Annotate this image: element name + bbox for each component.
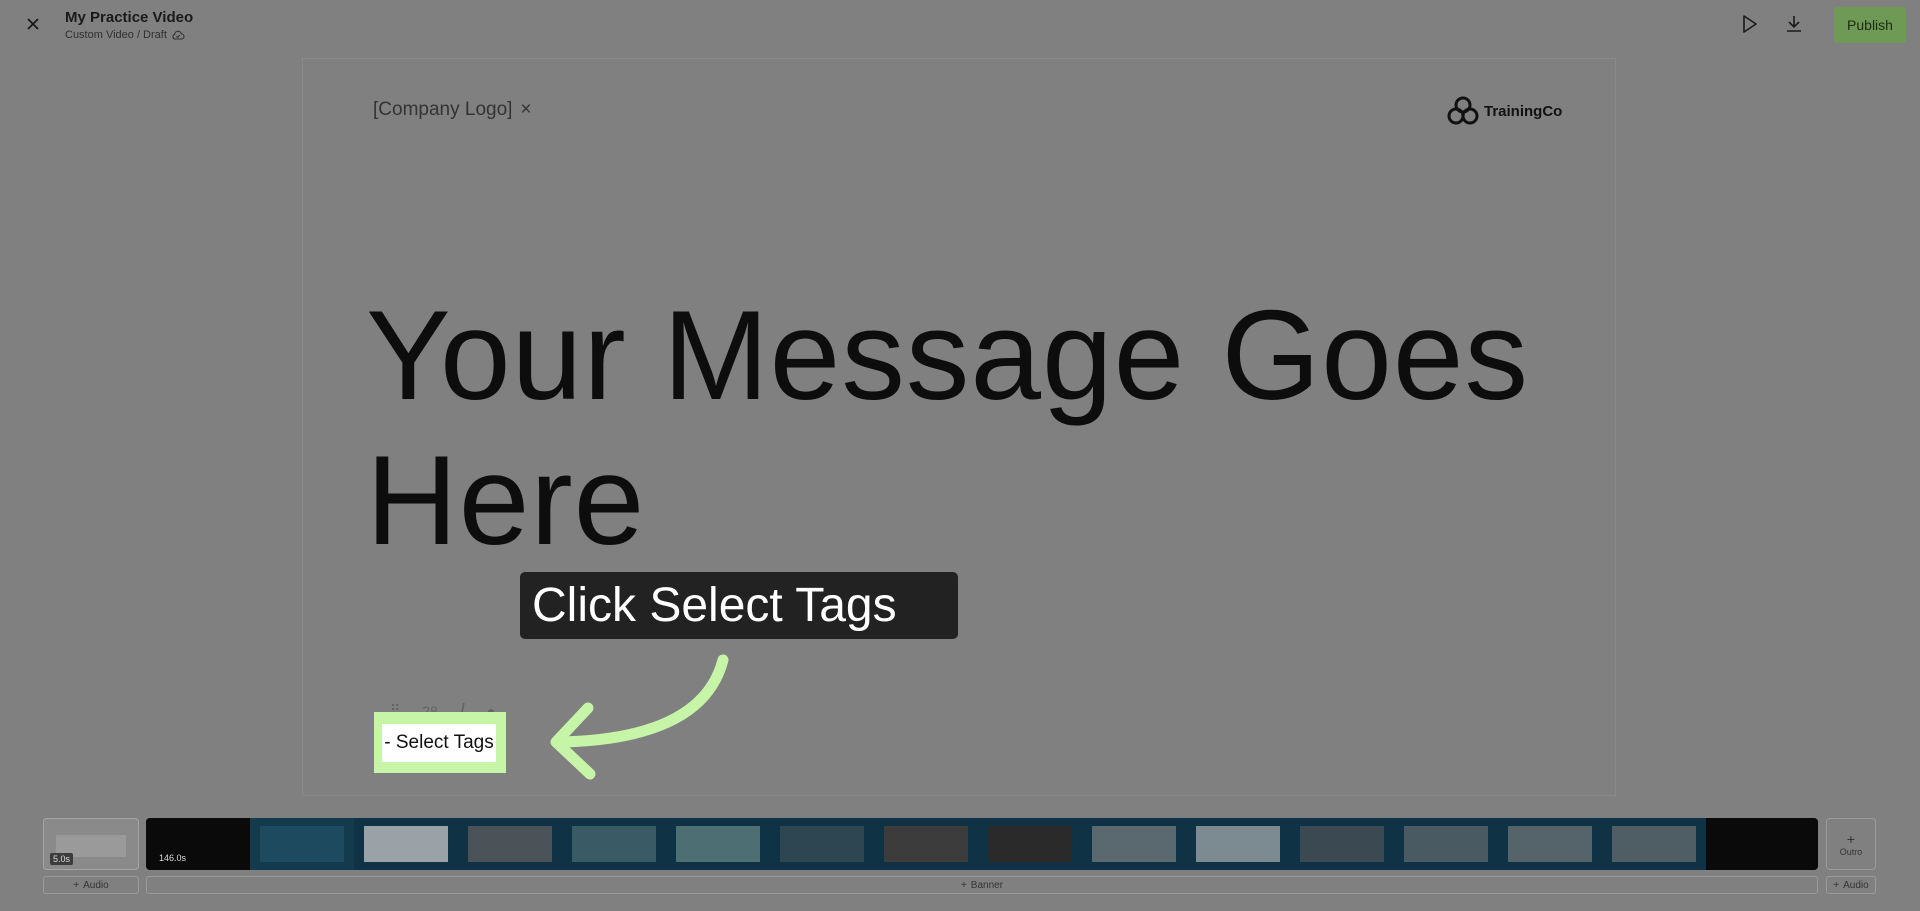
- plus-icon: +: [1833, 879, 1840, 891]
- play-icon[interactable]: [1737, 12, 1761, 36]
- video-status-text: Custom Video / Draft: [65, 29, 167, 41]
- add-outro-button[interactable]: + Outro: [1826, 818, 1876, 870]
- add-audio-right-button[interactable]: + Audio: [1826, 876, 1876, 894]
- top-bar: My Practice Video Custom Video / Draft P…: [0, 0, 1920, 52]
- add-audio-label: Audio: [1843, 879, 1869, 891]
- close-icon[interactable]: [22, 13, 44, 35]
- clip-frame[interactable]: 146.0s: [146, 818, 250, 870]
- clip-frame[interactable]: [1082, 818, 1186, 870]
- intro-duration: 5.0s: [50, 853, 74, 865]
- add-banner-label: Banner: [970, 879, 1004, 891]
- clip-frame[interactable]: [666, 818, 770, 870]
- brand-logo: TrainingCo: [1446, 94, 1562, 128]
- plus-icon: +: [1846, 831, 1856, 847]
- slide-headline[interactable]: Your Message Goes Here: [366, 283, 1566, 573]
- remove-logo-icon[interactable]: ×: [520, 99, 531, 121]
- plus-icon: +: [960, 879, 967, 891]
- clip-frame[interactable]: [1394, 818, 1498, 870]
- add-audio-label: Audio: [83, 879, 109, 891]
- outro-label: Outro: [1839, 847, 1863, 857]
- video-status: Custom Video / Draft: [65, 29, 185, 41]
- clip-frame[interactable]: [354, 818, 458, 870]
- trainingco-logo-icon: [1447, 96, 1479, 125]
- clip-frame[interactable]: [458, 818, 562, 870]
- clip-frame[interactable]: [1602, 818, 1706, 870]
- add-audio-left-button[interactable]: + Audio: [43, 876, 139, 894]
- add-banner-button[interactable]: + Banner: [146, 876, 1818, 894]
- clip-frame[interactable]: [562, 818, 666, 870]
- cloud-saved-icon: [172, 30, 185, 40]
- guide-tooltip: Click Select Tags: [520, 572, 958, 639]
- publish-button[interactable]: Publish: [1834, 7, 1906, 43]
- clip-frame[interactable]: [1706, 818, 1818, 870]
- clip-frame[interactable]: [770, 818, 874, 870]
- timeline: 5.0s 146.0s + Outro + Audio + Banner + A…: [0, 812, 1920, 911]
- main-clip-strip[interactable]: 146.0s: [146, 818, 1818, 870]
- intro-clip[interactable]: 5.0s: [43, 818, 139, 870]
- brand-name: TrainingCo: [1484, 102, 1563, 120]
- main-duration: 146.0s: [159, 853, 187, 863]
- guide-arrow-icon: [550, 654, 729, 780]
- clip-frame[interactable]: [978, 818, 1082, 870]
- clip-frame[interactable]: [1290, 818, 1394, 870]
- select-tags-button[interactable]: - Select Tags: [382, 724, 496, 762]
- company-logo-text: [Company Logo]: [373, 99, 513, 120]
- clip-frame[interactable]: [1498, 818, 1602, 870]
- company-logo-placeholder[interactable]: [Company Logo] ×: [373, 99, 532, 121]
- clip-frame[interactable]: [874, 818, 978, 870]
- download-icon[interactable]: [1782, 12, 1806, 36]
- clip-frame[interactable]: [1186, 818, 1290, 870]
- plus-icon: +: [73, 879, 80, 891]
- clip-frame[interactable]: [250, 818, 354, 870]
- video-title: My Practice Video: [65, 9, 194, 26]
